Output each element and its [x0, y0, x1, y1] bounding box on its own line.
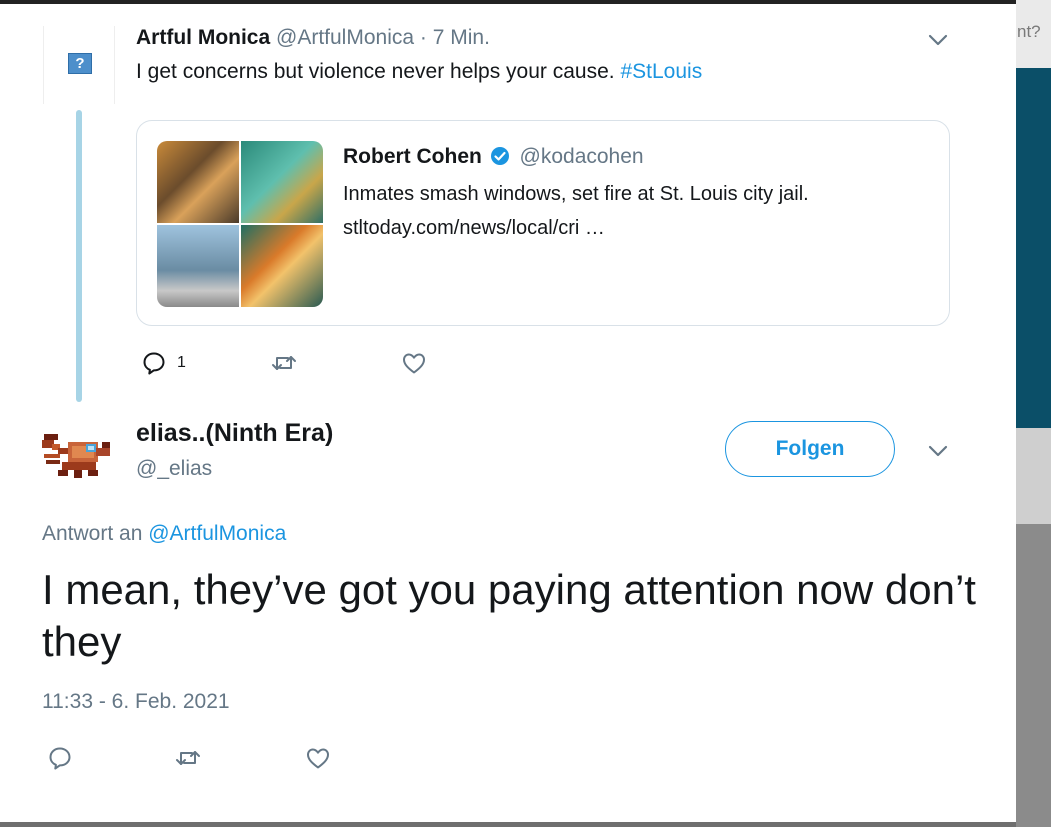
window-bottom-edge — [0, 822, 1016, 827]
quoted-author-name[interactable]: Robert Cohen — [343, 145, 482, 168]
like-button[interactable] — [400, 349, 428, 377]
reply-button[interactable]: 1 — [140, 349, 186, 377]
background-partial-text: nt? — [1017, 22, 1041, 41]
author-handle[interactable]: @_elias — [136, 457, 212, 481]
parent-author-handle[interactable]: @ArtfulMonica — [276, 26, 414, 49]
reply-icon — [49, 747, 71, 770]
hashtag-link[interactable]: #StLouis — [620, 60, 702, 83]
media-thumbnail[interactable] — [157, 225, 239, 307]
broken-image-icon: ? — [68, 53, 92, 74]
quoted-tweet-url[interactable]: stltoday.com/news/local/cri … — [343, 217, 605, 240]
reply-icon — [143, 352, 165, 375]
quoted-tweet-text: Inmates smash windows, set fire at St. L… — [343, 183, 809, 205]
retweet-button[interactable] — [174, 744, 202, 772]
tweet-text: I mean, they’ve got you paying attention… — [42, 566, 976, 665]
background-banner — [1016, 68, 1051, 428]
background-panel — [1016, 428, 1051, 524]
quoted-author-handle[interactable]: @kodacohen — [520, 145, 644, 168]
retweet-button[interactable] — [270, 349, 298, 377]
quoted-tweet-card[interactable]: Robert Cohen @kodacohen Inmates smash wi… — [136, 120, 950, 326]
media-thumbnail[interactable] — [241, 225, 323, 307]
reply-count: 1 — [177, 354, 186, 371]
tweet-timestamp[interactable]: 11:33 - 6. Feb. 2021 — [42, 690, 230, 714]
reply-prefix: Antwort an — [42, 522, 143, 545]
reply-context: Antwort an @ArtfulMonica — [42, 522, 286, 546]
chevron-down-icon[interactable] — [926, 30, 950, 50]
media-thumbnail[interactable] — [157, 141, 239, 223]
author-name[interactable]: elias..(Ninth Era) — [136, 419, 333, 448]
quoted-media-grid[interactable] — [157, 141, 323, 307]
reply-to-link[interactable]: @ArtfulMonica — [148, 522, 286, 545]
retweet-icon — [176, 751, 200, 765]
media-thumbnail[interactable] — [241, 141, 323, 223]
parent-tweet-header: Artful Monica @ArtfulMonica · 7 Min. — [136, 26, 490, 50]
lobster-avatar[interactable] — [40, 428, 114, 486]
verified-badge-icon — [490, 147, 509, 165]
background-page: nt? — [1016, 0, 1051, 827]
parent-tweet-time[interactable]: 7 Min. — [433, 26, 490, 49]
reply-button[interactable] — [46, 744, 74, 772]
chevron-down-icon[interactable] — [926, 441, 950, 461]
like-icon — [403, 353, 425, 374]
quoted-tweet-header: Robert Cohen @kodacohen — [343, 145, 644, 169]
parent-tweet-text: I get concerns but violence never helps … — [136, 60, 702, 84]
parent-author-name[interactable]: Artful Monica — [136, 26, 270, 49]
like-button[interactable] — [304, 744, 332, 772]
separator-dot: · — [419, 26, 427, 49]
retweet-icon — [272, 356, 296, 370]
follow-button[interactable]: Folgen — [725, 421, 895, 477]
thread-line — [76, 110, 82, 402]
parent-tweet-body: I get concerns but violence never helps … — [136, 60, 615, 83]
like-icon — [307, 748, 329, 769]
tweet-modal: ? Artful Monica @ArtfulMonica · 7 Min. I… — [0, 4, 1016, 822]
